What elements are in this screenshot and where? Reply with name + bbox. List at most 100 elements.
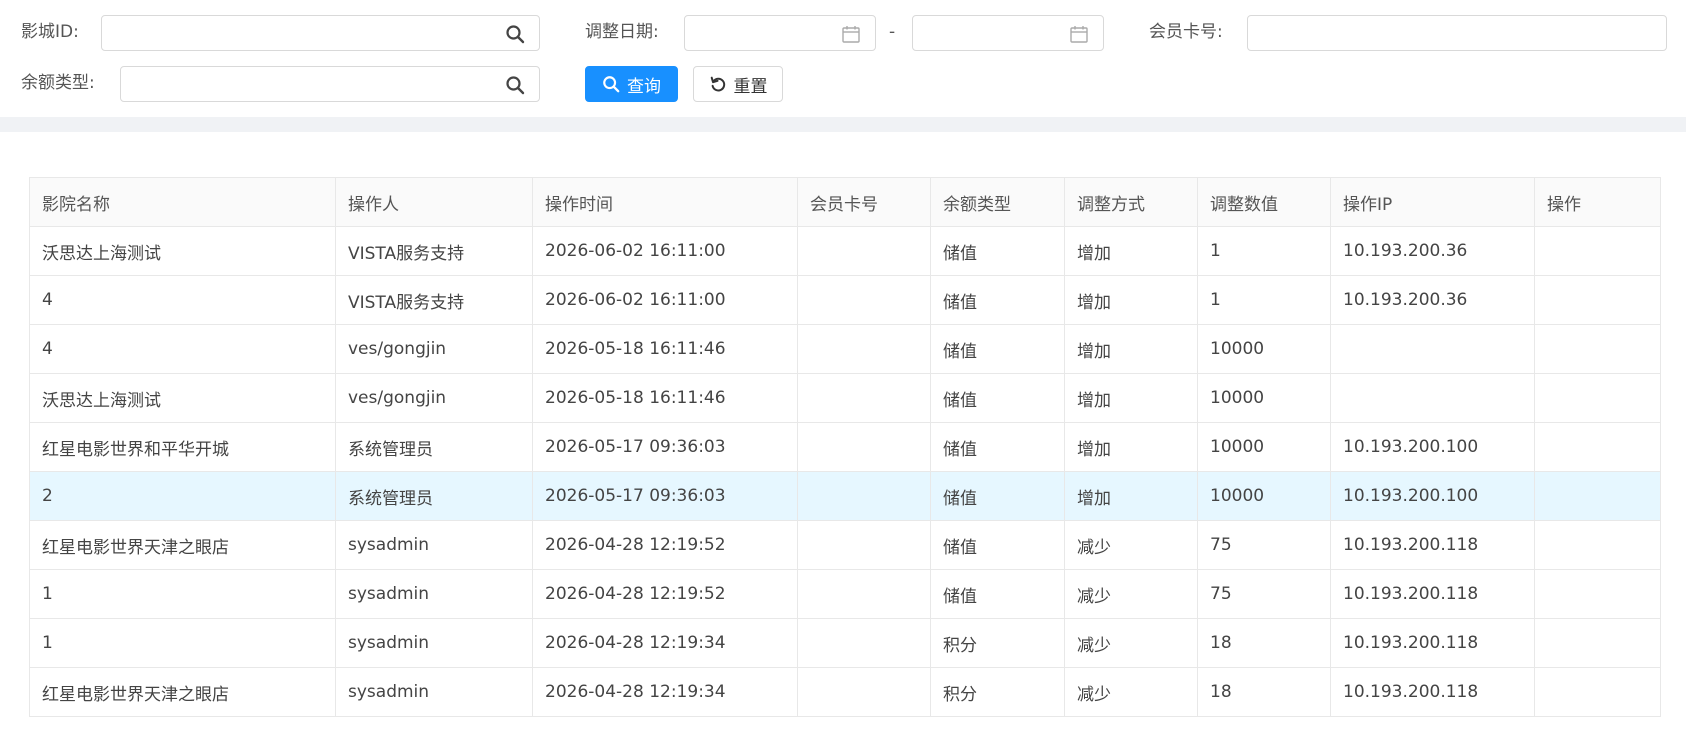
table-header-row: 影院名称 操作人 操作时间 会员卡号 余额类型 调整方式 调整数值 操作IP 操… — [29, 177, 1661, 227]
adjust-value-cell: 10000 — [1197, 373, 1331, 423]
adjust-method-cell: 增加 — [1064, 471, 1198, 521]
member-card-cell — [797, 373, 931, 423]
operator-cell: sysadmin — [335, 667, 533, 717]
adjust-method-cell: 减少 — [1064, 569, 1198, 619]
operation-ip-cell: 10.193.200.118 — [1330, 569, 1535, 619]
section-divider — [0, 117, 1686, 132]
table-row[interactable]: 红星电影世界天津之眼店 sysadmin 2026-04-28 12:19:34 积分… — [29, 667, 1661, 717]
balance-adjustment-table: 影院名称 操作人 操作时间 会员卡号 余额类型 调整方式 调整数值 操作IP 操… — [29, 177, 1661, 717]
reset-button[interactable]: 重置 — [693, 66, 783, 102]
balance-type-cell: 储值 — [930, 226, 1065, 276]
member-card-cell — [797, 275, 931, 325]
header-member-card: 会员卡号 — [797, 177, 931, 227]
header-action: 操作 — [1534, 177, 1661, 227]
operator-cell: 系统管理员 — [335, 422, 533, 472]
action-cell — [1534, 471, 1661, 521]
member-card-input[interactable] — [1248, 16, 1666, 50]
cinema-id-input[interactable] — [102, 16, 539, 50]
operation-ip-cell: 10.193.200.118 — [1330, 520, 1535, 570]
cinema-name-cell: 红星电影世界天津之眼店 — [29, 667, 336, 717]
adjust-value-cell: 10000 — [1197, 324, 1331, 374]
adjust-value-cell: 10000 — [1197, 422, 1331, 472]
operation-ip-cell: 10.193.200.36 — [1330, 275, 1535, 325]
balance-type-cell: 积分 — [930, 618, 1065, 668]
balance-type-input[interactable] — [121, 67, 539, 101]
reset-icon — [710, 76, 725, 92]
adjust-value-cell: 75 — [1197, 569, 1331, 619]
action-cell — [1534, 520, 1661, 570]
header-cinema-name: 影院名称 — [29, 177, 336, 227]
table-row[interactable]: 4 ves/gongjin 2026-05-18 16:11:46 储值 增加 10000 — [29, 324, 1661, 374]
query-button[interactable]: 查询 — [585, 66, 678, 102]
table-body: 沃思达上海测试 VISTA服务支持 2026-06-02 16:11:00 储值 增加 1… — [29, 226, 1661, 717]
reset-button-label: 重置 — [733, 76, 768, 97]
table-row[interactable]: 红星电影世界和平华开城 系统管理员 2026-05-17 09:36:03 储值 增加 1… — [29, 422, 1661, 472]
cinema-name-cell: 红星电影世界天津之眼店 — [29, 520, 336, 570]
cinema-id-field[interactable] — [101, 15, 540, 51]
table-row[interactable]: 沃思达上海测试 ves/gongjin 2026-05-18 16:11:46 储值增… — [29, 373, 1661, 423]
member-card-label: 会员卡号: — [1149, 22, 1223, 42]
cinema-id-label: 影城ID: — [21, 22, 79, 42]
action-cell — [1534, 422, 1661, 472]
date-end-field[interactable] — [912, 15, 1104, 51]
operation-ip-cell — [1330, 373, 1535, 423]
action-cell — [1534, 275, 1661, 325]
header-adjust-method: 调整方式 — [1064, 177, 1198, 227]
operation-ip-cell: 10.193.200.118 — [1330, 618, 1535, 668]
cinema-name-cell: 沃思达上海测试 — [29, 373, 336, 423]
action-cell — [1534, 569, 1661, 619]
table-row[interactable]: 红星电影世界天津之眼店 sysadmin 2026-04-28 12:19:52 储值… — [29, 520, 1661, 570]
member-card-cell — [797, 618, 931, 668]
table-row[interactable]: 2 系统管理员 2026-05-17 09:36:03 储值 增加 10000 10.193… — [29, 471, 1661, 521]
operator-cell: 系统管理员 — [335, 471, 533, 521]
operation-time-cell: 2026-05-17 09:36:03 — [532, 422, 798, 472]
adjust-method-cell: 减少 — [1064, 520, 1198, 570]
operation-time-cell: 2026-06-02 16:11:00 — [532, 226, 798, 276]
action-cell — [1534, 226, 1661, 276]
cinema-name-cell: 沃思达上海测试 — [29, 226, 336, 276]
search-icon[interactable] — [505, 24, 525, 44]
operation-time-cell: 2026-05-17 09:36:03 — [532, 471, 798, 521]
action-cell — [1534, 618, 1661, 668]
balance-type-field[interactable] — [120, 66, 540, 102]
adjust-method-cell: 增加 — [1064, 373, 1198, 423]
member-card-cell — [797, 471, 931, 521]
header-operator: 操作人 — [335, 177, 533, 227]
adjust-value-cell: 18 — [1197, 667, 1331, 717]
cinema-name-cell: 2 — [29, 471, 336, 521]
adjust-method-cell: 减少 — [1064, 667, 1198, 717]
header-balance-type: 余额类型 — [930, 177, 1065, 227]
date-start-field[interactable] — [684, 15, 876, 51]
balance-type-cell: 储值 — [930, 569, 1065, 619]
operation-ip-cell: 10.193.200.118 — [1330, 667, 1535, 717]
adjust-method-cell: 增加 — [1064, 324, 1198, 374]
calendar-icon — [842, 26, 860, 43]
action-cell — [1534, 667, 1661, 717]
adjust-method-cell: 增加 — [1064, 275, 1198, 325]
member-card-cell — [797, 324, 931, 374]
balance-type-cell: 储值 — [930, 373, 1065, 423]
cinema-name-cell: 红星电影世界和平华开城 — [29, 422, 336, 472]
operation-time-cell: 2026-04-28 12:19:52 — [532, 520, 798, 570]
header-operation-ip: 操作IP — [1330, 177, 1535, 227]
table-row[interactable]: 1 sysadmin 2026-04-28 12:19:52 储值 减少 75 10.193… — [29, 569, 1661, 619]
member-card-cell — [797, 226, 931, 276]
member-card-cell — [797, 569, 931, 619]
adjust-value-cell: 10000 — [1197, 471, 1331, 521]
adjust-method-cell: 增加 — [1064, 422, 1198, 472]
table-row[interactable]: 沃思达上海测试 VISTA服务支持 2026-06-02 16:11:00 储值 增加 1… — [29, 226, 1661, 276]
adjust-value-cell: 18 — [1197, 618, 1331, 668]
operator-cell: ves/gongjin — [335, 324, 533, 374]
operation-time-cell: 2026-05-18 16:11:46 — [532, 373, 798, 423]
search-icon[interactable] — [505, 75, 525, 95]
query-button-label: 查询 — [627, 76, 661, 97]
member-card-field[interactable] — [1247, 15, 1667, 51]
operation-time-cell: 2026-05-18 16:11:46 — [532, 324, 798, 374]
adjust-value-cell: 1 — [1197, 275, 1331, 325]
header-adjust-value: 调整数值 — [1197, 177, 1331, 227]
table-row[interactable]: 1 sysadmin 2026-04-28 12:19:34 积分 减少 18 10.193… — [29, 618, 1661, 668]
operation-time-cell: 2026-04-28 12:19:34 — [532, 667, 798, 717]
operation-time-cell: 2026-04-28 12:19:52 — [532, 569, 798, 619]
adjust-date-label: 调整日期: — [585, 22, 659, 42]
table-row[interactable]: 4 VISTA服务支持 2026-06-02 16:11:00 储值 增加 1 10.193… — [29, 275, 1661, 325]
